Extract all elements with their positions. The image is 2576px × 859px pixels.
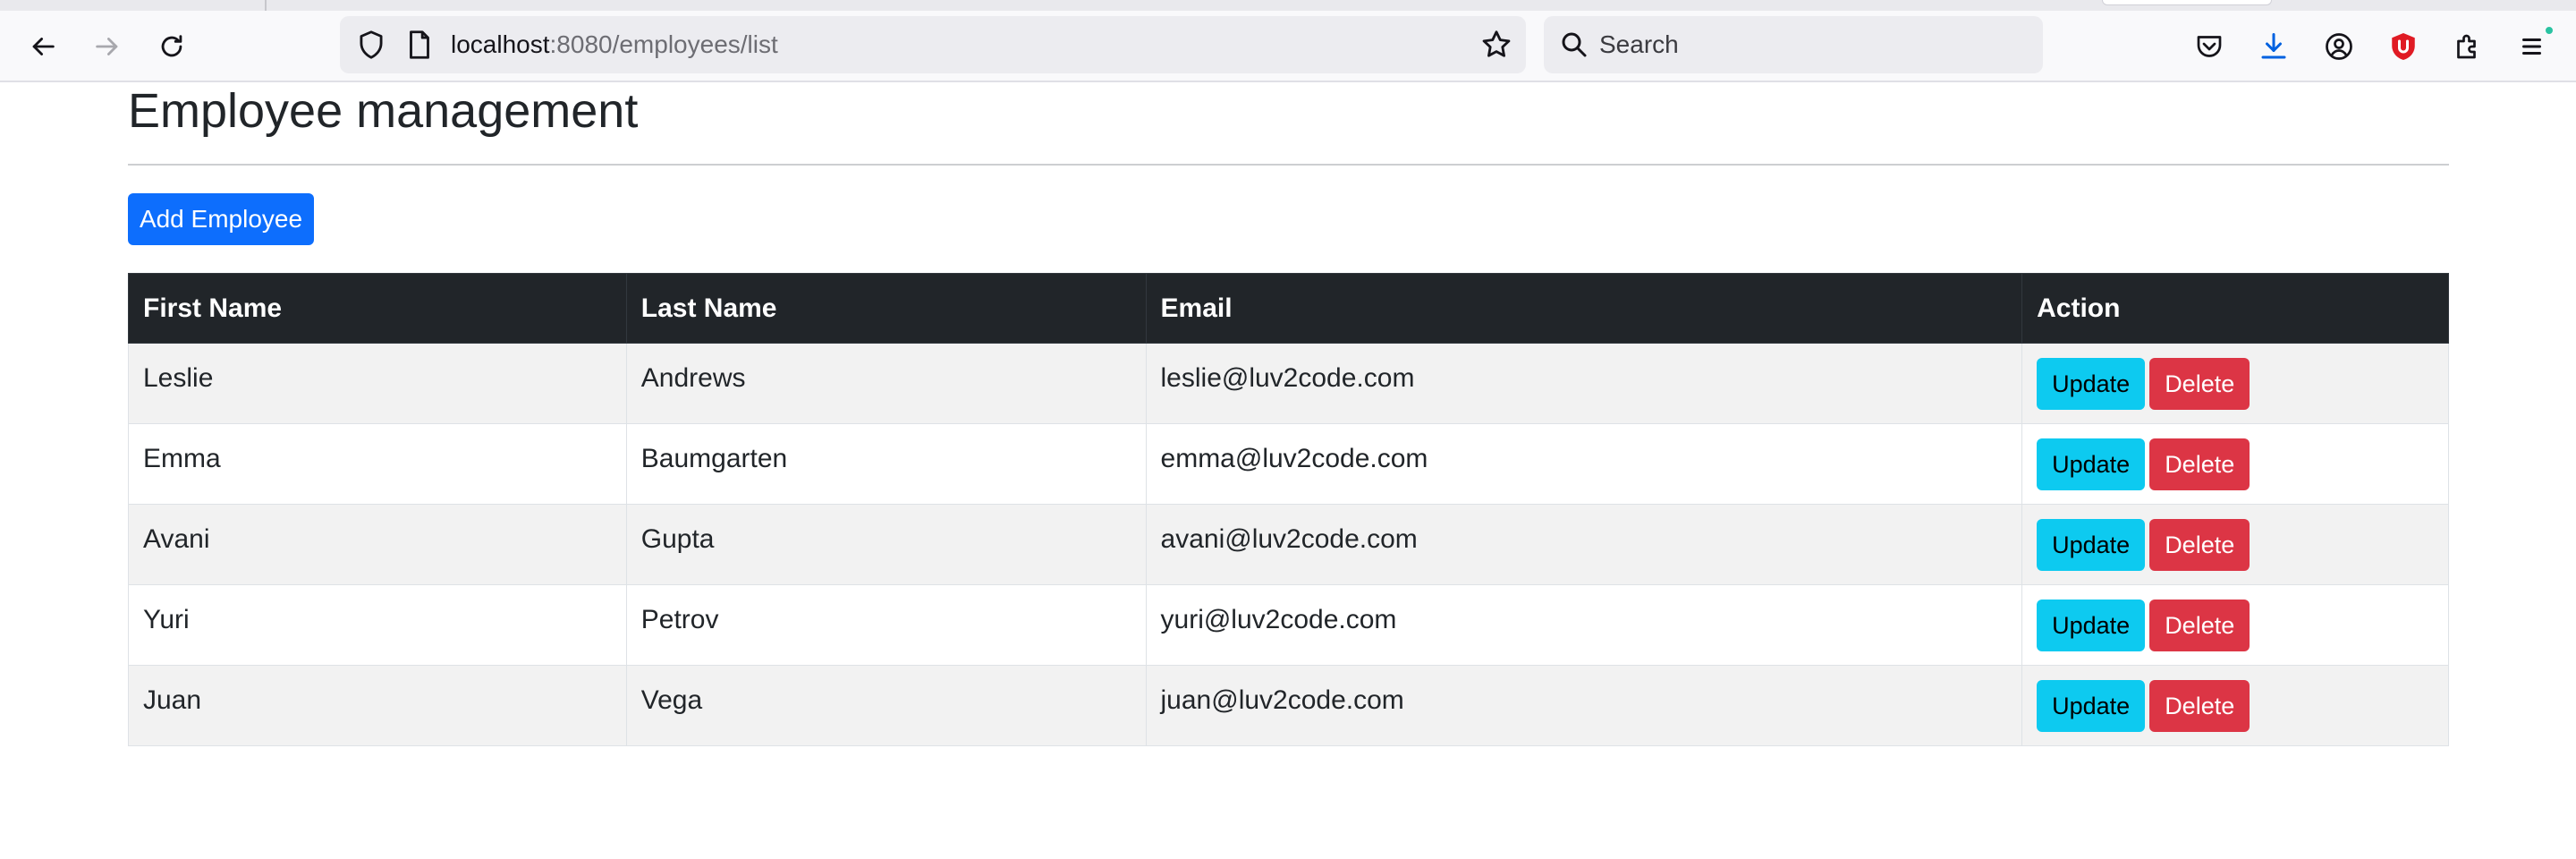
cell-first-name: Yuri [128,584,627,666]
email-text: leslie@luv2code.com [1160,362,1415,393]
extensions-icon [2457,34,2476,59]
cell-email: emma@luv2code.com [1145,423,2023,505]
page-icon[interactable] [402,28,436,62]
last-name-text: Vega [640,685,703,715]
email-text: avani@luv2code.com [1160,523,1418,554]
tab-popup-edge [2102,0,2272,5]
column-header-last-name: Last Name [625,273,1147,344]
last-name-text: Gupta [640,523,715,554]
cell-last-name: Andrews [625,343,1147,424]
table-row: Leslie Andrews leslie@luv2code.com Updat… [128,343,2449,424]
column-header-action: Action [2021,273,2449,344]
browser-toolbar: localhost:8080/employees/list [0,11,2576,82]
extensions-button[interactable] [2448,27,2487,66]
address-bar[interactable]: localhost:8080/employees/list [340,16,1526,73]
forward-icon [96,38,118,55]
search-input[interactable] [1599,16,2029,73]
column-header-first-name: First Name [128,273,627,344]
delete-button[interactable]: Delete [2149,438,2250,490]
cell-email: juan@luv2code.com [1145,665,2023,746]
forward-button[interactable] [84,23,131,70]
first-name-text: Juan [143,685,202,715]
delete-button[interactable]: Delete [2149,599,2250,651]
account-icon [2326,33,2352,60]
first-name-text: Leslie [143,362,214,393]
cell-first-name: Leslie [128,343,627,424]
first-name-text: Emma [143,443,221,473]
update-badge [2544,25,2555,36]
update-button[interactable]: Update [2037,599,2146,651]
cell-action: Update Delete [2021,665,2449,746]
last-name-text: Andrews [640,362,746,393]
update-button[interactable]: Update [2037,438,2146,490]
table-header: First Name Last Name Email Action [128,273,2449,344]
table-row: Avani Gupta avani@luv2code.com Update Del… [128,504,2449,585]
cell-first-name: Emma [128,423,627,505]
pocket-button[interactable] [2190,27,2229,66]
url-host: localhost [451,30,550,58]
downloads-button[interactable] [2254,27,2293,66]
update-button[interactable]: Update [2037,679,2146,732]
delete-button[interactable]: Delete [2149,679,2250,732]
url-text[interactable]: localhost:8080/employees/list [451,16,778,73]
reload-icon [161,35,182,57]
pocket-icon [2197,36,2222,57]
cell-first-name: Avani [128,504,627,585]
tab-strip [0,0,2576,11]
cell-email: avani@luv2code.com [1145,504,2023,585]
account-button[interactable] [2319,27,2359,66]
cell-action: Update Delete [2021,584,2449,666]
search-bar[interactable] [1544,16,2043,73]
search-icon [1562,32,1587,57]
tab-separator [265,0,267,11]
cell-first-name: Juan [128,665,627,746]
delete-button[interactable]: Delete [2149,357,2250,410]
cell-email: leslie@luv2code.com [1145,343,2023,424]
cell-action: Update Delete [2021,423,2449,505]
delete-button[interactable]: Delete [2149,518,2250,571]
email-text: juan@luv2code.com [1160,685,1404,715]
table-row: Emma Baumgarten emma@luv2code.com Update… [128,423,2449,505]
employee-table: First Name Last Name Email Action Leslie… [128,273,2449,746]
shield-icon[interactable] [354,28,388,62]
last-name-text: Petrov [640,604,719,634]
email-text: emma@luv2code.com [1160,443,1428,473]
table-row: Yuri Petrov yuri@luv2code.com Update Dele… [128,584,2449,666]
cell-last-name: Gupta [625,504,1147,585]
bookmark-star-icon[interactable] [1479,28,1513,62]
update-button[interactable]: Update [2037,518,2146,571]
last-name-text: Baumgarten [640,443,788,473]
table-body: Leslie Andrews leslie@luv2code.com Updat… [128,343,2449,746]
cell-action: Update Delete [2021,343,2449,424]
column-header-email: Email [1145,273,2023,344]
cell-action: Update Delete [2021,504,2449,585]
first-name-text: Avani [143,523,210,554]
table-row: Juan Vega juan@luv2code.com Update Delete [128,665,2449,746]
back-icon [32,38,55,55]
update-button[interactable]: Update [2037,357,2146,410]
url-path: :8080/employees/list [549,30,778,58]
page-title: Employee management [128,84,639,138]
ublock-icon [2392,33,2415,60]
cell-last-name: Vega [625,665,1147,746]
download-icon [2261,33,2286,59]
header-row: First Name Last Name Email Action [128,273,2449,344]
ublock-button[interactable] [2384,27,2423,66]
title-divider [128,164,2449,166]
add-employee-button[interactable]: Add Employee [128,193,314,245]
cell-email: yuri@luv2code.com [1145,584,2023,666]
email-text: yuri@luv2code.com [1160,604,1397,634]
first-name-text: Yuri [143,604,190,634]
cell-last-name: Baumgarten [625,423,1147,505]
back-button[interactable] [20,23,66,70]
menu-icon [2522,38,2541,55]
reload-button[interactable] [148,23,195,70]
menu-button[interactable] [2513,25,2555,66]
cell-last-name: Petrov [625,584,1147,666]
